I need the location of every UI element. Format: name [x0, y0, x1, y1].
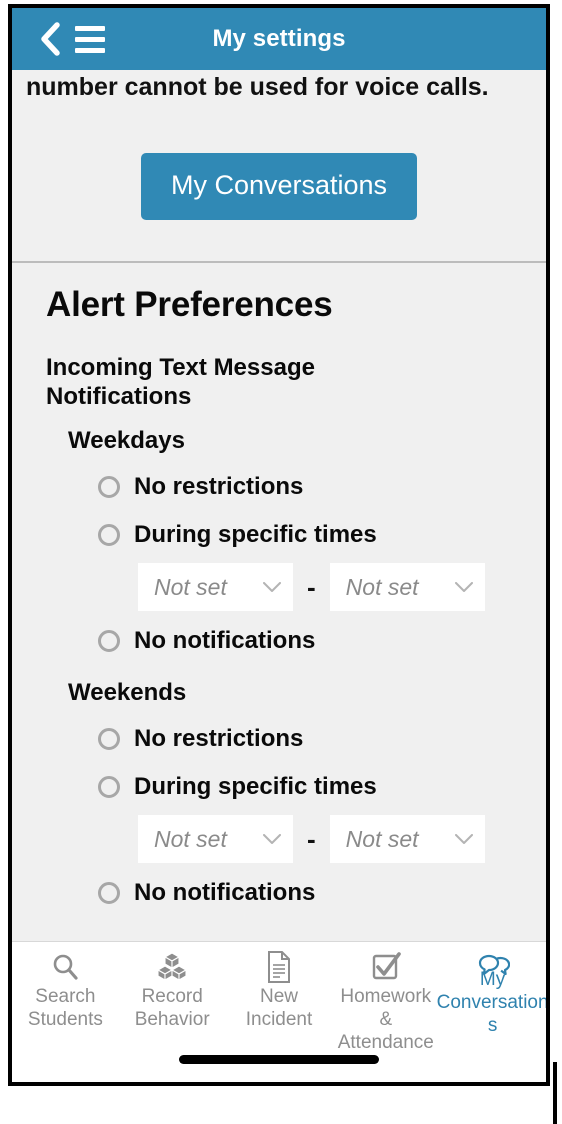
radio-icon[interactable] — [98, 630, 120, 652]
tab-label: My Conversations — [436, 969, 549, 1036]
hamburger-menu-icon — [75, 36, 105, 42]
chevron-down-icon — [454, 833, 473, 844]
home-indicator — [179, 1055, 379, 1064]
radio-icon[interactable] — [98, 776, 120, 798]
document-icon — [266, 950, 292, 984]
page-title: Alert Preferences — [46, 285, 333, 324]
radio-label: No restrictions — [134, 725, 304, 752]
hamburger-menu-icon — [75, 47, 105, 53]
weekends-start-time-select[interactable]: Not set — [138, 815, 293, 863]
weekends-option-no-notifications[interactable]: No notifications — [98, 869, 526, 917]
bottom-tab-bar: Search Students Record Behavior New Inci… — [12, 941, 546, 1082]
cubes-icon — [155, 950, 189, 984]
weekends-option-during-specific-times[interactable]: During specific times — [98, 763, 526, 811]
my-conversations-button[interactable]: My Conversations — [140, 153, 418, 220]
chevron-down-icon — [263, 833, 281, 844]
tab-homework-attendance[interactable]: Homework & Attendance — [332, 950, 439, 1054]
radio-icon[interactable] — [98, 524, 120, 546]
phone-frame: number cannot be used for voice calls. M… — [8, 4, 550, 1086]
radio-icon[interactable] — [98, 476, 120, 498]
time-range-dash: - — [307, 824, 316, 854]
weekdays-time-range: Not set - Not set — [138, 563, 526, 611]
weekends-time-range: Not set - Not set — [138, 815, 526, 863]
hamburger-menu-icon — [75, 25, 105, 31]
tab-new-incident[interactable]: New Incident — [226, 950, 333, 1031]
my-conversations-button-wrap: My Conversations — [12, 153, 546, 220]
scroll-content: number cannot be used for voice calls. M… — [12, 8, 546, 941]
weekdays-end-time-select[interactable]: Not set — [329, 563, 485, 611]
app-bar: My settings — [12, 8, 546, 70]
magnifier-icon — [50, 950, 80, 984]
chevron-down-icon — [454, 581, 473, 592]
weekdays-start-time-select[interactable]: Not set — [138, 563, 293, 611]
weekdays-option-during-specific-times[interactable]: During specific times — [98, 511, 526, 559]
hamburger-menu-button[interactable] — [70, 8, 110, 70]
tab-label: Search Students — [27, 986, 103, 1030]
tab-label: Record Behavior — [134, 986, 210, 1030]
weekends-option-no-restrictions[interactable]: No restrictions — [98, 715, 526, 763]
alert-preferences-section: Alert Preferences Incoming Text Message … — [12, 263, 546, 917]
radio-label: During specific times — [134, 773, 377, 800]
weekends-end-time-select[interactable]: Not set — [329, 815, 485, 863]
radio-label: No notifications — [134, 879, 316, 906]
time-range-dash: - — [307, 572, 316, 602]
weekdays-start-time-value: Not set — [154, 573, 227, 600]
tab-search-students[interactable]: Search Students — [12, 950, 119, 1031]
weekdays-option-no-notifications[interactable]: No notifications — [98, 617, 526, 665]
radio-icon[interactable] — [98, 728, 120, 750]
frame-edge-right — [553, 1062, 557, 1124]
tab-label: New Incident — [245, 986, 313, 1030]
radio-label: During specific times — [134, 521, 377, 548]
weekends-start-time-value: Not set — [154, 825, 227, 852]
weekdays-group: Weekdays No restrictions During specific… — [46, 425, 526, 665]
weekends-end-time-value: Not set — [345, 825, 419, 852]
weekdays-end-time-value: Not set — [345, 573, 419, 600]
radio-label: No notifications — [134, 627, 316, 654]
radio-label: No restrictions — [134, 473, 304, 500]
back-button[interactable] — [30, 8, 70, 70]
weekends-heading: Weekends — [68, 679, 187, 706]
weekdays-option-no-restrictions[interactable]: No restrictions — [98, 463, 526, 511]
chevron-left-icon — [41, 22, 60, 56]
weekends-group: Weekends No restrictions During specific… — [46, 677, 526, 917]
incoming-text-message-notifications-heading: Incoming Text Message Notifications — [46, 354, 315, 410]
chevron-down-icon — [263, 581, 281, 592]
checkbox-checked-icon — [371, 950, 401, 984]
tab-label: Homework & Attendance — [337, 986, 434, 1053]
tab-record-behavior[interactable]: Record Behavior — [119, 950, 226, 1031]
voice-calls-note: number cannot be used for voice calls. — [26, 73, 489, 101]
radio-icon[interactable] — [98, 882, 120, 904]
tab-my-conversations[interactable]: My Conversations — [437, 950, 546, 1037]
weekdays-heading: Weekdays — [68, 427, 185, 454]
